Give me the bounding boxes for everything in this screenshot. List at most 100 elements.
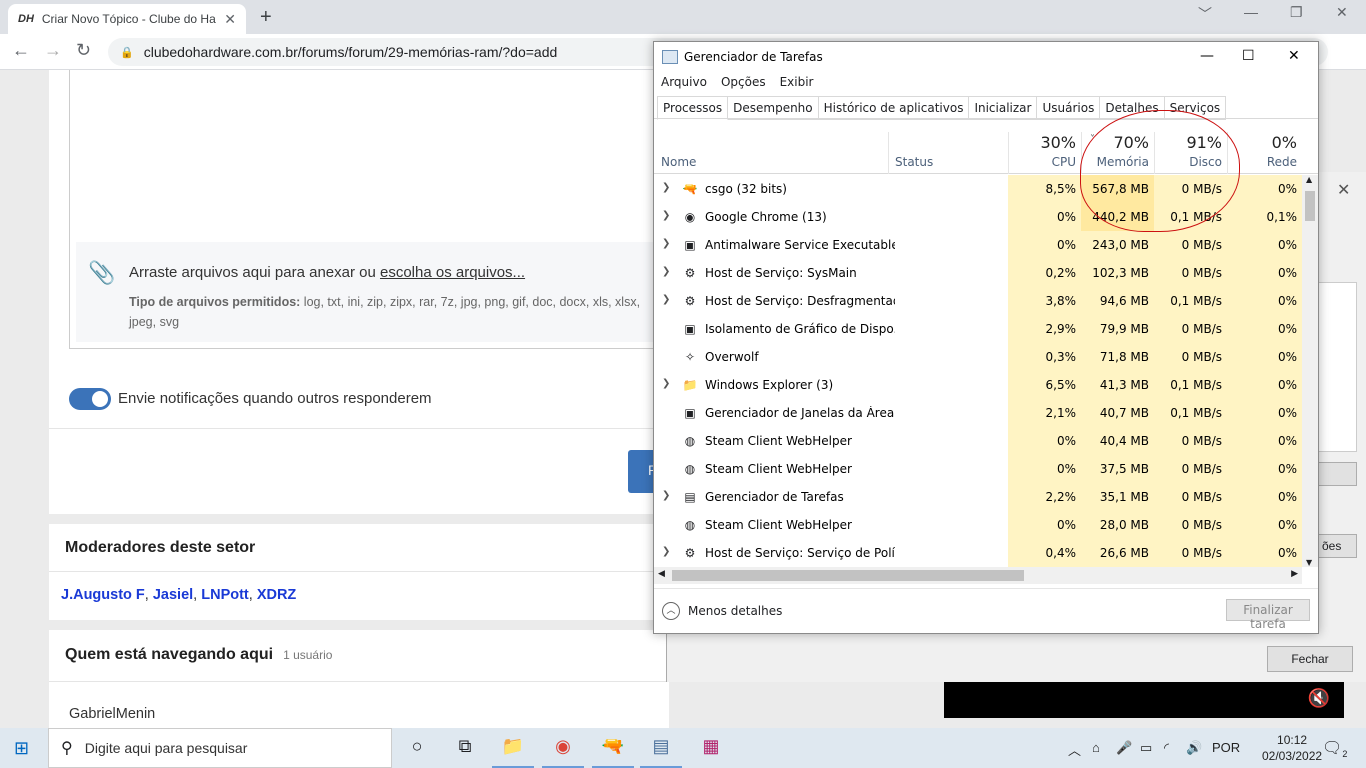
menu-opcoes[interactable]: Opções — [721, 75, 766, 89]
process-network: 0% — [1227, 231, 1302, 259]
scrollbar-thumb[interactable] — [1305, 191, 1315, 221]
clock[interactable]: 10:12 02/03/2022 — [1262, 732, 1322, 764]
browser-tab[interactable]: DH Criar Novo Tópico - Clube do Ha ✕ — [8, 4, 246, 34]
process-disk: 0 MB/s — [1154, 511, 1227, 539]
notification-toggle[interactable] — [69, 388, 111, 410]
tab-servicos[interactable]: Serviços — [1164, 96, 1227, 120]
scroll-right-icon[interactable]: ▶ — [1291, 569, 1298, 579]
tab-search-icon[interactable]: ﹀ — [1198, 4, 1212, 24]
mute-icon[interactable]: 🔇 — [1308, 688, 1330, 709]
expand-chevron-icon[interactable]: ❯ — [662, 266, 670, 277]
horizontal-scrollbar[interactable]: ◀ ▶ — [654, 567, 1302, 584]
battery-icon[interactable]: ▭ — [1140, 740, 1152, 756]
csgo-icon[interactable]: 🔫 — [592, 736, 634, 768]
process-table-header: Nome Status 30% CPU ˅ 70% Memória 91% Di… — [654, 128, 1318, 174]
moderator-link[interactable]: J.Augusto F — [61, 587, 145, 603]
expand-chevron-icon[interactable]: ❯ — [662, 238, 670, 249]
back-button[interactable]: ← — [12, 40, 30, 61]
tm-maximize-button[interactable]: ☐ — [1242, 48, 1255, 64]
expand-chevron-icon[interactable]: ❯ — [662, 182, 670, 193]
process-row[interactable]: ❯ ⚙ Host de Serviço: SysMain 0,2% 102,3 MB 0 … — [654, 259, 1302, 287]
tab-close-icon[interactable]: ✕ — [224, 11, 236, 28]
expand-chevron-icon[interactable]: ❯ — [662, 490, 670, 501]
moderator-link[interactable]: Jasiel — [153, 587, 193, 603]
moderator-link[interactable]: XDRZ — [257, 587, 296, 603]
process-row[interactable]: ◍ Steam Client WebHelper 0% 40,4 MB 0 MB/s 0% — [654, 427, 1302, 455]
notification-icon[interactable]: 🗨2 — [1322, 738, 1347, 759]
notification-count: 2 — [1342, 749, 1348, 760]
vertical-scrollbar[interactable]: ▲ ▼ — [1302, 175, 1318, 567]
tab-desempenho[interactable]: Desempenho — [728, 96, 819, 120]
moderator-link[interactable]: LNPott — [201, 587, 249, 603]
h-scrollbar-thumb[interactable] — [672, 570, 1024, 581]
process-row[interactable]: ❯ ▤ Gerenciador de Tarefas 2,2% 35,1 MB 0 MB/… — [654, 483, 1302, 511]
tab-usuarios[interactable]: Usuários — [1037, 96, 1101, 120]
language-indicator[interactable]: POR — [1212, 740, 1240, 755]
file-explorer-icon[interactable]: 📁 — [492, 736, 534, 768]
tab-detalhes[interactable]: Detalhes — [1100, 96, 1165, 120]
menu-arquivo[interactable]: Arquivo — [661, 75, 707, 89]
minimize-button[interactable]: — — [1244, 4, 1258, 20]
fewer-details-button[interactable]: ︿ Menos detalhes — [662, 602, 782, 620]
expand-chevron-icon[interactable]: ❯ — [662, 210, 670, 221]
process-row[interactable]: ❯ ⚙ Host de Serviço: Desfragmentad... 3,8% 9… — [654, 287, 1302, 315]
process-row[interactable]: ❯ 📁 Windows Explorer (3) 6,5% 41,3 MB 0,1 MB/… — [654, 371, 1302, 399]
tray-chevron-icon[interactable]: ︿ — [1068, 740, 1081, 759]
browsing-user[interactable]: GabrielMenin — [49, 682, 669, 728]
col-name[interactable]: Nome — [661, 155, 696, 169]
tab-processos[interactable]: Processos — [657, 96, 729, 120]
scroll-down-icon[interactable]: ▼ — [1306, 558, 1312, 567]
attachment-dropzone[interactable]: 📎 Arraste arquivos aqui para anexar ou e… — [76, 242, 666, 342]
reload-button[interactable]: ↻ — [76, 40, 91, 61]
windows-start-icon[interactable]: ⊞ — [14, 738, 29, 759]
tm-close-button[interactable]: ✕ — [1288, 48, 1300, 64]
process-row[interactable]: ◍ Steam Client WebHelper 0% 28,0 MB 0 MB/s 0% — [654, 511, 1302, 539]
col-cpu[interactable]: CPU — [1010, 155, 1076, 169]
choose-files-link[interactable]: escolha os arquivos... — [380, 264, 525, 281]
close-window-button[interactable]: ✕ — [1336, 4, 1348, 21]
dialog-close-button[interactable]: Fechar — [1267, 646, 1353, 672]
cortana-icon[interactable]: ○ — [404, 736, 430, 760]
process-row[interactable]: ▣ Isolamento de Gráfico de Dispo... 2,9% 79… — [654, 315, 1302, 343]
col-disk[interactable]: Disco — [1154, 155, 1222, 169]
tab-historico[interactable]: Histórico de aplicativos — [818, 96, 970, 120]
expand-chevron-icon[interactable]: ❯ — [662, 294, 670, 305]
restore-button[interactable]: ❐ — [1290, 4, 1303, 21]
process-row[interactable]: ❯ 🔫 csgo (32 bits) 8,5% 567,8 MB 0 MB/s 0% — [654, 175, 1302, 203]
end-task-button[interactable]: Finalizar tarefa — [1226, 599, 1310, 631]
scroll-left-icon[interactable]: ◀ — [658, 569, 665, 579]
expand-chevron-icon[interactable]: ❯ — [662, 378, 670, 389]
process-row[interactable]: ❯ ⚙ Host de Serviço: Serviço de Polít... 0,… — [654, 539, 1302, 567]
dialog-options-button[interactable]: ões — [1317, 534, 1357, 558]
windows-taskbar: ⊞ ⚲ Digite aqui para pesquisar ○ ⧉ 📁 ◉ 🔫… — [0, 728, 1366, 768]
col-network[interactable]: Rede — [1228, 155, 1297, 169]
process-row[interactable]: ◍ Steam Client WebHelper 0% 37,5 MB 0 MB/s 0% — [654, 455, 1302, 483]
tm-minimize-button[interactable]: — — [1200, 48, 1214, 64]
winrar-icon[interactable]: ▦ — [698, 736, 724, 760]
wifi-icon[interactable]: ◜ — [1164, 740, 1169, 756]
task-view-icon[interactable]: ⧉ — [452, 736, 478, 760]
task-manager-titlebar[interactable]: Gerenciador de Tarefas — [654, 42, 1318, 72]
process-row[interactable]: ✧ Overwolf 0,3% 71,8 MB 0 MB/s 0% — [654, 343, 1302, 371]
forward-button[interactable]: → — [44, 40, 62, 61]
taskbar-search[interactable]: ⚲ Digite aqui para pesquisar — [48, 728, 392, 768]
microphone-icon[interactable]: 🎤 — [1116, 740, 1132, 756]
process-name: Antimalware Service Executable — [705, 238, 895, 252]
col-memory[interactable]: Memória — [1082, 155, 1149, 169]
dialog-close-icon[interactable]: ✕ — [1337, 180, 1350, 200]
tray-app-icon[interactable]: ⌂ — [1092, 740, 1100, 755]
tab-inicializar[interactable]: Inicializar — [969, 96, 1038, 120]
process-row[interactable]: ❯ ◉ Google Chrome (13) 0% 440,2 MB 0,1 MB/s 0,… — [654, 203, 1302, 231]
chrome-icon[interactable]: ◉ — [542, 736, 584, 768]
video-player[interactable]: 🔇 — [944, 682, 1344, 718]
expand-chevron-icon[interactable]: ❯ — [662, 546, 670, 557]
scroll-up-icon[interactable]: ▲ — [1306, 175, 1312, 184]
new-tab-button[interactable]: + — [260, 6, 272, 29]
dialog-button[interactable] — [1317, 462, 1357, 486]
volume-icon[interactable]: 🔊 — [1186, 740, 1202, 756]
process-row[interactable]: ❯ ▣ Antimalware Service Executable 0% 243,0 … — [654, 231, 1302, 259]
task-manager-taskbar-icon[interactable]: ▤ — [640, 736, 682, 768]
menu-exibir[interactable]: Exibir — [780, 75, 814, 89]
col-status[interactable]: Status — [895, 155, 933, 169]
process-row[interactable]: ▣ Gerenciador de Janelas da Área ... 2,1% 4… — [654, 399, 1302, 427]
